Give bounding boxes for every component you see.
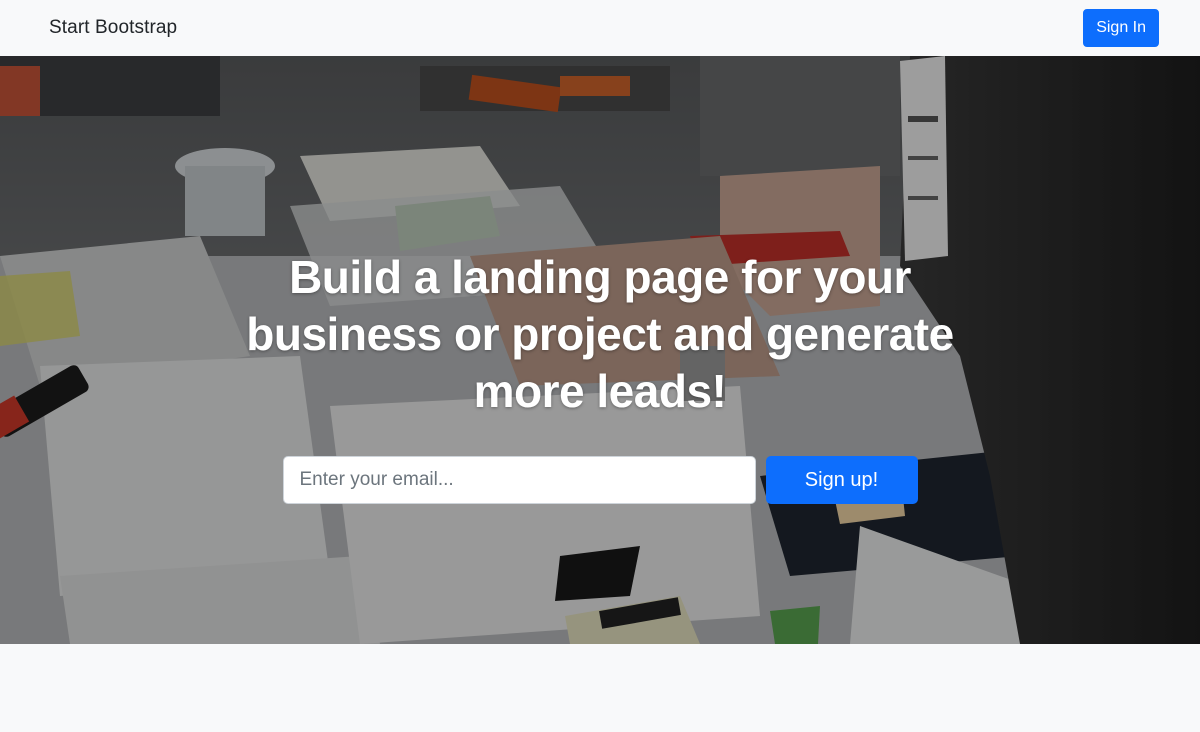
hero-content: Build a landing page for your business o…: [0, 56, 1200, 644]
hero-heading: Build a landing page for your business o…: [246, 251, 954, 417]
hero-masthead: Build a landing page for your business o…: [0, 56, 1200, 644]
sign-in-button[interactable]: Sign In: [1083, 9, 1159, 47]
top-navbar: Start Bootstrap Sign In: [0, 0, 1200, 56]
email-input[interactable]: [282, 456, 756, 504]
sign-up-button[interactable]: Sign up!: [765, 456, 918, 504]
brand-link[interactable]: Start Bootstrap: [49, 17, 177, 39]
below-hero-section: [0, 644, 1200, 732]
email-signup-form: Sign up!: [282, 456, 918, 504]
